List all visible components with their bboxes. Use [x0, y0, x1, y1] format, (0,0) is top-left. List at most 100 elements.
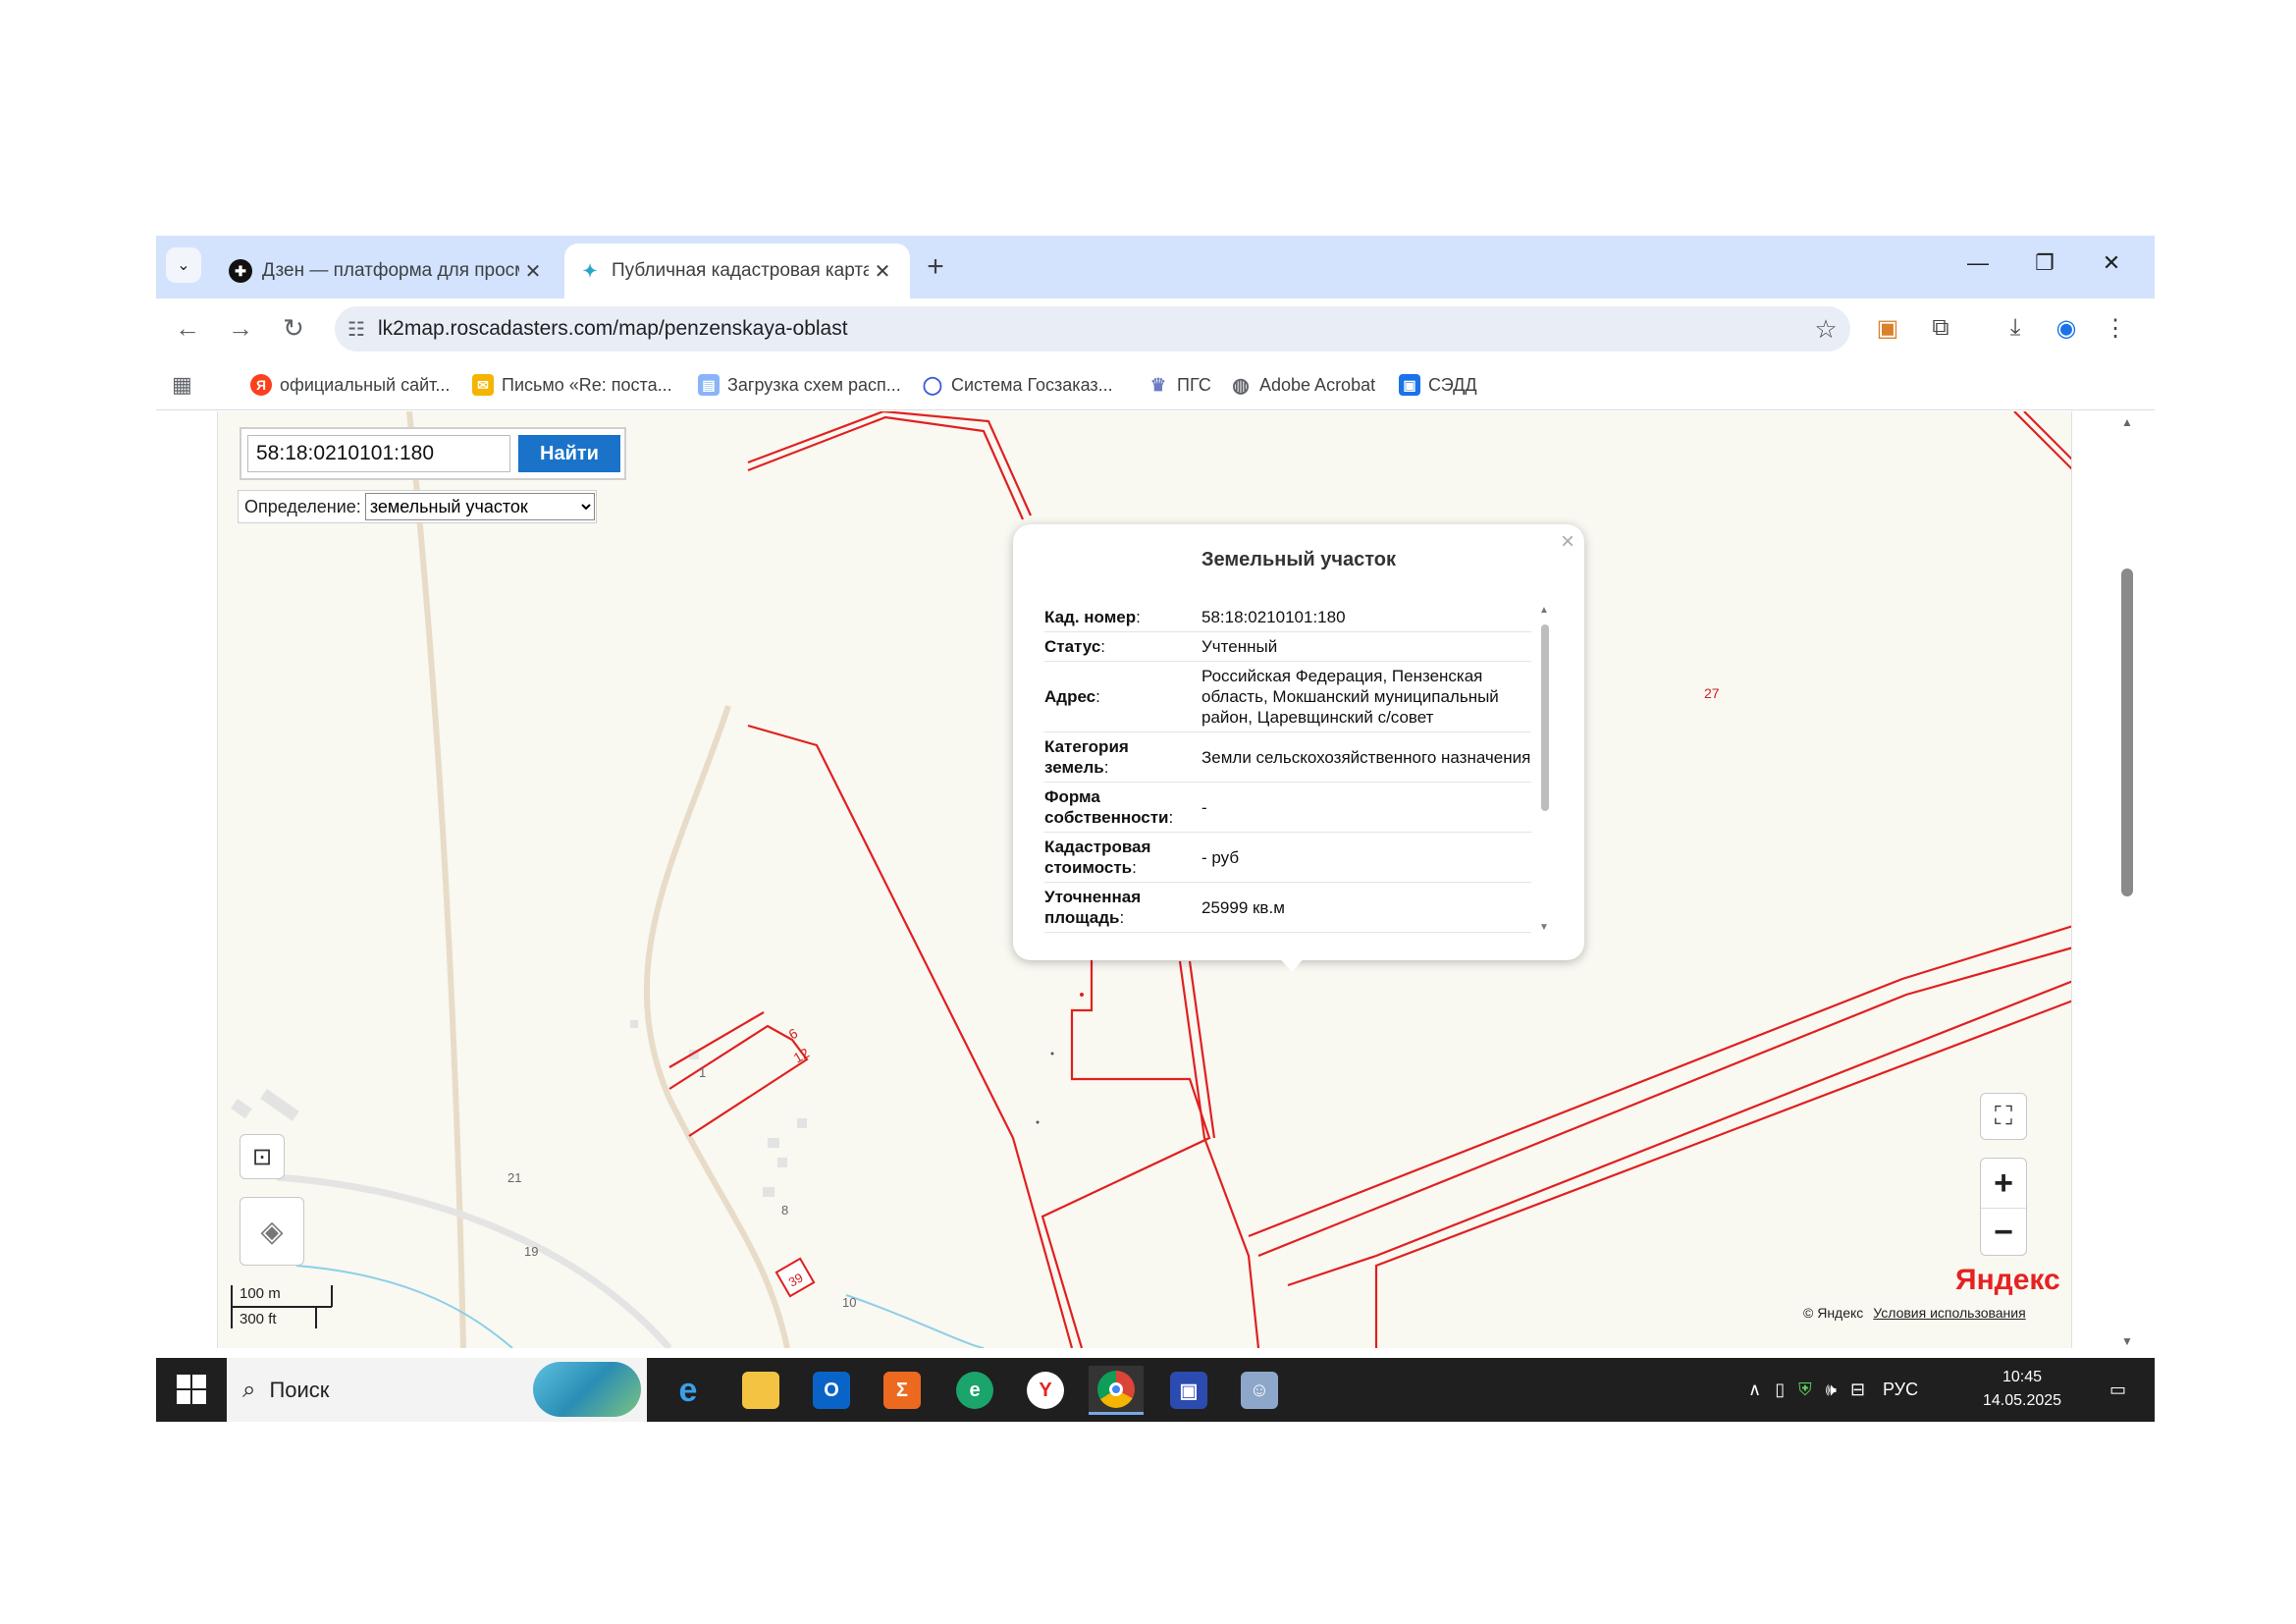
- scroll-down-icon[interactable]: ▼: [1539, 922, 1549, 933]
- cadastral-number-input[interactable]: [247, 435, 510, 472]
- download-icon[interactable]: ⤓: [1998, 310, 2033, 346]
- forward-button[interactable]: →: [221, 308, 260, 348]
- row-value: Земли сельскохозяйственного назначения: [1198, 731, 1531, 783]
- input-language[interactable]: РУС: [1883, 1380, 1918, 1400]
- row-value: Учтенный: [1198, 631, 1531, 662]
- bookmark-item[interactable]: ♛ ПГС: [1148, 371, 1211, 399]
- extensions-puzzle-icon[interactable]: ⧉: [1923, 310, 1958, 346]
- find-button[interactable]: Найти: [518, 435, 620, 472]
- row-value: 25999 кв.м: [1198, 882, 1531, 933]
- tab-title: Публичная кадастровая карта: [612, 260, 869, 281]
- row-label: Уточненная площадь: [1044, 888, 1142, 927]
- briefcase-icon: ▣: [1399, 374, 1420, 396]
- row-value: 58:18:0210101:180: [1198, 603, 1531, 632]
- battery-icon[interactable]: ▯: [1775, 1380, 1785, 1400]
- tab-dzen[interactable]: ✚ Дзен — платформа для просм ✕: [215, 244, 561, 298]
- apps-grid-icon[interactable]: ▦: [172, 371, 192, 399]
- taskbar-edge-legacy[interactable]: e: [661, 1366, 716, 1415]
- address-bar[interactable]: ☷ lk2map.roscadasters.com/map/penzenskay…: [335, 306, 1850, 352]
- close-window-button[interactable]: ✕: [2078, 236, 2145, 291]
- bookmark-item[interactable]: ✉ Письмо «Re: поста...: [472, 371, 672, 399]
- network-icon[interactable]: ⊟: [1850, 1380, 1865, 1400]
- popup-close-button[interactable]: ×: [1561, 528, 1575, 556]
- row-value: - руб: [1198, 832, 1531, 883]
- scroll-down-icon[interactable]: ▼: [2121, 1334, 2133, 1348]
- back-button[interactable]: ←: [168, 308, 207, 348]
- definition-select[interactable]: земельный участок: [364, 493, 595, 520]
- terms-link[interactable]: Условия использования: [1873, 1305, 2025, 1321]
- popup-scrollbar[interactable]: ▲ ▼: [1539, 605, 1551, 933]
- url-text[interactable]: lk2map.roscadasters.com/map/penzenskaya-…: [378, 317, 1801, 341]
- reload-button[interactable]: ↻: [274, 308, 313, 348]
- system-clock[interactable]: 10:45 14.05.2025: [1968, 1366, 2076, 1413]
- row-value: Российская Федерация, Пензенская область…: [1198, 661, 1531, 732]
- bookmark-item[interactable]: Я официальный сайт...: [250, 371, 450, 399]
- site-info-icon[interactable]: ☷: [335, 317, 378, 342]
- tab-strip: ⌄ ✚ Дзен — платформа для просм ✕ ✦ Публи…: [156, 236, 2155, 298]
- taskbar-edge[interactable]: e: [947, 1366, 1002, 1415]
- layers-icon: ◈: [260, 1215, 284, 1248]
- taskbar-outlook[interactable]: O: [804, 1366, 859, 1415]
- scroll-up-icon[interactable]: ▲: [1539, 605, 1549, 616]
- page-scrollbar[interactable]: ▲ ▼: [2117, 411, 2137, 1354]
- document-icon: ▤: [698, 374, 720, 396]
- taskbar-user-app[interactable]: ☺: [1232, 1366, 1287, 1415]
- tab-search-button[interactable]: ⌄: [166, 247, 201, 283]
- notifications-icon[interactable]: ▭: [2109, 1358, 2126, 1422]
- scroll-up-icon[interactable]: ▲: [2121, 415, 2133, 429]
- fullscreen-button[interactable]: ⛶: [1980, 1093, 2027, 1140]
- table-row: Адрес: Российская Федерация, Пензенская …: [1044, 661, 1531, 732]
- definition-row: Определение: земельный участок: [238, 490, 597, 523]
- map-label-1: 1: [699, 1065, 706, 1080]
- tab-cadastre-map[interactable]: ✦ Публичная кадастровая карта ✕: [564, 244, 910, 298]
- map-attribution: © Яндекс Условия использования: [1803, 1305, 2026, 1321]
- taskbar-yandex-browser[interactable]: Y: [1018, 1366, 1073, 1415]
- restore-button[interactable]: ❐: [2011, 236, 2078, 291]
- profile-icon[interactable]: ◉: [2049, 310, 2084, 346]
- minimize-button[interactable]: —: [1945, 236, 2011, 291]
- menu-kebab-icon[interactable]: ⋮: [2098, 310, 2133, 346]
- dzen-icon: ✚: [229, 259, 252, 283]
- close-tab-icon[interactable]: ✕: [519, 257, 547, 285]
- page-scroll-thumb[interactable]: [2121, 568, 2133, 896]
- extension-icon[interactable]: ▣: [1870, 310, 1905, 346]
- zoom-in-button[interactable]: +: [1981, 1159, 2026, 1208]
- bookmark-item[interactable]: ▤ Загрузка схем расп...: [698, 371, 901, 399]
- volume-icon[interactable]: 🕪: [1826, 1380, 1837, 1400]
- bookmark-star-icon[interactable]: ☆: [1801, 314, 1850, 345]
- new-tab-button[interactable]: +: [916, 247, 955, 287]
- shield-icon[interactable]: ⛨: [1798, 1380, 1812, 1400]
- taskbar-explorer[interactable]: [733, 1366, 788, 1415]
- taskbar-sigma-app[interactable]: Σ: [875, 1366, 930, 1415]
- row-label: Категория земель: [1044, 737, 1129, 777]
- scale-meters: 100 m: [240, 1285, 281, 1302]
- fullscreen-icon: ⛶: [1994, 1101, 2013, 1130]
- tab-title: Дзен — платформа для просм: [262, 260, 519, 281]
- ruler-tool-button[interactable]: ⊡: [240, 1134, 285, 1179]
- close-tab-icon[interactable]: ✕: [869, 257, 896, 285]
- show-hidden-icons-icon[interactable]: ∧: [1748, 1380, 1761, 1400]
- taskbar-save-app[interactable]: ▣: [1161, 1366, 1216, 1415]
- outlook-icon: O: [813, 1372, 850, 1409]
- bookmark-item[interactable]: ▣ СЭДД: [1399, 371, 1477, 399]
- map-dot: [1036, 1120, 1040, 1124]
- bookmark-item[interactable]: ◯ Система Госзаказ...: [922, 371, 1113, 399]
- bookmark-item[interactable]: ◍ Adobe Acrobat: [1230, 371, 1375, 399]
- taskbar-chrome[interactable]: [1089, 1366, 1144, 1415]
- bookmark-label: ПГС: [1177, 374, 1211, 395]
- table-row: Кадастровая стоимость: - руб: [1044, 832, 1531, 883]
- floppy-disk-icon: ▣: [1170, 1372, 1207, 1409]
- windows-start-icon[interactable]: [176, 1374, 207, 1405]
- popup-pointer: [1278, 956, 1306, 972]
- zoom-out-button[interactable]: −: [1981, 1208, 2026, 1257]
- scale-bar: 100 m 300 ft: [230, 1283, 334, 1332]
- cadastral-map[interactable]: 27 6 12 1 21 8 19 10 39 58:18:0210101:18…: [217, 411, 2072, 1348]
- row-label: Адрес: [1044, 687, 1096, 706]
- row-label: Статус: [1044, 637, 1101, 656]
- taskbar-search[interactable]: ⌕ Поиск: [227, 1358, 647, 1422]
- layers-button[interactable]: ◈: [240, 1197, 304, 1266]
- popup-scroll-thumb[interactable]: [1541, 624, 1549, 811]
- row-label: Кад. номер: [1044, 608, 1137, 626]
- map-label-6: 6: [786, 1025, 801, 1043]
- bookmark-label: СЭДД: [1428, 374, 1477, 395]
